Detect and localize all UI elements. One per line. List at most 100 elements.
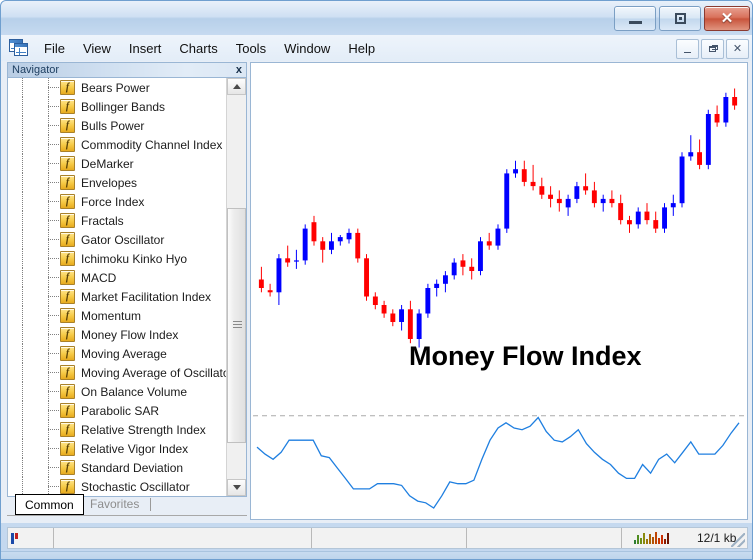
candle-body [277,258,282,292]
tree-line [22,420,23,439]
function-icon: f [60,175,75,190]
tree-item-ichimoku-kinko-hyo[interactable]: fIchimoku Kinko Hyo [8,249,226,268]
menu-item-view[interactable]: View [74,38,120,59]
navigator-scrollbar[interactable] [226,78,246,496]
function-icon: f [60,194,75,209]
chart-window[interactable]: Money Flow Index [250,62,748,520]
resize-grip-icon[interactable] [731,533,745,547]
tree-item-standard-deviation[interactable]: fStandard Deviation [8,458,226,477]
candle-body [259,280,264,289]
tree-item-demarker[interactable]: f DeMarker [8,154,226,173]
tree-line [22,97,23,116]
tree-item-parabolic-sar[interactable]: fParabolic SAR [8,401,226,420]
workspace: Navigator x fBears PowerfBollinger Bands… [1,61,753,523]
tree-item-bollinger-bands[interactable]: fBollinger Bands [8,97,226,116]
navigator-title: Navigator [8,64,59,77]
tree-line [22,192,23,211]
candle-body [312,222,317,241]
mdi-minimize-button[interactable] [676,39,699,59]
menu-item-insert[interactable]: Insert [120,38,171,59]
candle-body [566,199,571,208]
status-cell-message [54,528,312,548]
minimize-button[interactable] [614,6,656,31]
tree-connector [48,334,59,335]
tab-common[interactable]: Common [15,494,84,515]
function-icon: f [60,99,75,114]
function-icon: f [60,80,75,95]
candle-body [706,114,711,165]
mdi-close-button[interactable]: ✕ [726,39,749,59]
tree-line [22,458,23,477]
candle-body [513,169,518,173]
menu-bar: File View Insert Charts Tools Window Hel… [1,35,753,62]
tree-item-macd[interactable]: fMACD [8,268,226,287]
tree-item-momentum[interactable]: fMomentum [8,306,226,325]
tree-line [22,135,23,154]
traffic-bars-icon[interactable] [634,532,669,544]
close-icon: ✕ [721,11,734,26]
candle-body [618,203,623,220]
chart-title: Money Flow Index [409,341,642,371]
navigator-tabs: Common Favorites [7,494,247,516]
function-icon: f [60,460,75,475]
tree-item-bears-power[interactable]: fBears Power [8,78,226,97]
candle-body [557,199,562,203]
function-icon: f [60,156,75,171]
tab-favorites[interactable]: Favorites [81,495,148,514]
candle-body [583,186,588,190]
close-button[interactable]: ✕ [704,6,750,31]
indicator-line [257,418,739,509]
mdi-restore-button[interactable] [701,39,724,59]
candle-body [574,186,579,199]
tree-item-relative-vigor-index[interactable]: fRelative Vigor Index [8,439,226,458]
mdi-restore-icon [709,46,716,52]
candle-body [285,258,290,262]
tree-item-money-flow-index[interactable]: fMoney Flow Index [8,325,226,344]
menu-item-window[interactable]: Window [275,38,339,59]
tree-connector [48,106,59,107]
tree-line [22,78,23,97]
menu-item-charts[interactable]: Charts [170,38,226,59]
traffic-bar [640,538,642,544]
tree-item-moving-average-of-oscillator[interactable]: fMoving Average of Oscillator [8,363,226,382]
candle-body [539,186,544,195]
restore-button[interactable] [659,6,701,31]
status-cell-profile [312,528,467,548]
indicator-tree[interactable]: fBears PowerfBollinger BandsfBulls Power… [8,78,226,496]
tree-item-on-balance-volume[interactable]: fOn Balance Volume [8,382,226,401]
tree-item-label: Force Index [81,195,144,209]
navigator-close-icon[interactable]: x [236,64,242,76]
tree-item-relative-strength-index[interactable]: fRelative Strength Index [8,420,226,439]
tree-item-force-index[interactable]: f Force Index [8,192,226,211]
function-icon: f [60,118,75,133]
tree-item-bulls-power[interactable]: f Bulls Power [8,116,226,135]
menu-item-file[interactable]: File [35,38,74,59]
tree-item-label: Bulls Power [81,119,144,133]
restore-icon [675,13,686,24]
tree-item-gator-oscillator[interactable]: fGator Oscillator [8,230,226,249]
menu-item-help[interactable]: Help [339,38,384,59]
candle-body [320,241,325,250]
tree-item-commodity-channel-index[interactable]: fCommodity Channel Index [8,135,226,154]
tree-item-envelopes[interactable]: fEnvelopes [8,173,226,192]
tree-item-label: Gator Oscillator [81,233,164,247]
tree-item-label: DeMarker [81,157,134,171]
candle-body [373,297,378,306]
scroll-up-button[interactable] [227,78,246,95]
tree-connector [48,220,59,221]
menu-item-tools[interactable]: Tools [227,38,275,59]
tree-item-market-facilitation-index[interactable]: f Market Facilitation Index [8,287,226,306]
tree-item-moving-average[interactable]: fMoving Average [8,344,226,363]
traffic-bar [655,532,657,544]
tree-item-label: Fractals [81,214,124,228]
tree-item-label: Moving Average [81,347,167,361]
tree-item-label: Market Facilitation Index [81,290,211,304]
candle-body [338,237,343,241]
tree-line [22,306,23,325]
candle-body [496,229,501,246]
scrollbar-thumb[interactable] [227,208,246,443]
navigator-panel: Navigator x fBears PowerfBollinger Bands… [7,62,247,520]
function-icon: f [60,289,75,304]
tree-item-fractals[interactable]: fFractals [8,211,226,230]
minimize-icon [629,21,642,24]
